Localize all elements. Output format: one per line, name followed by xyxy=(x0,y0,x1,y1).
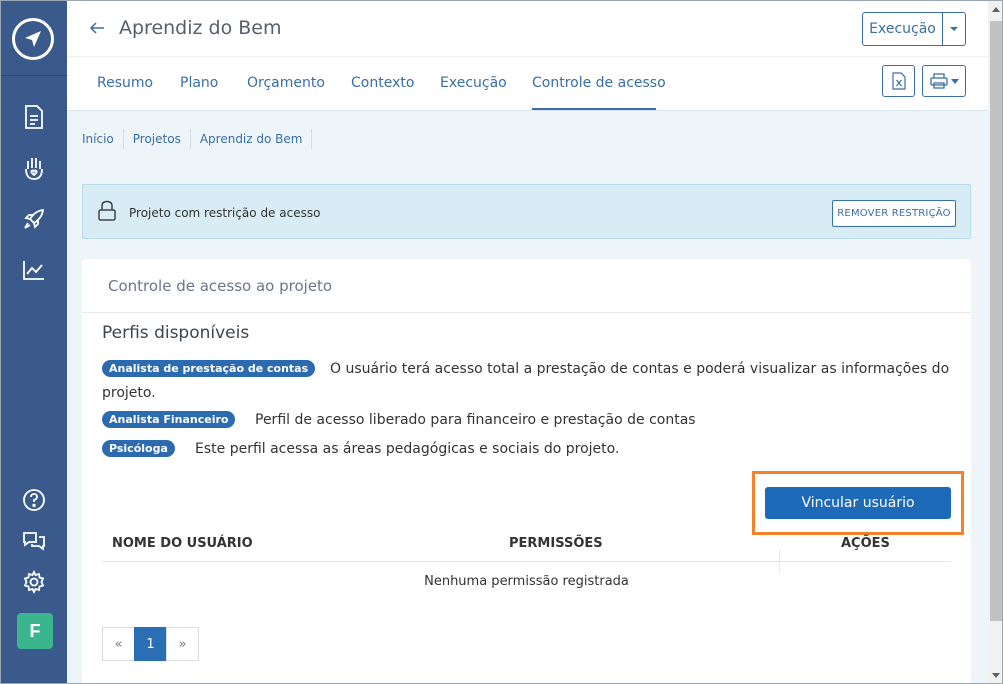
export-excel-button[interactable] xyxy=(882,65,915,97)
chat-icon[interactable] xyxy=(20,527,48,555)
header-divider xyxy=(67,56,988,57)
execucao-dropdown-button[interactable]: Execução xyxy=(862,12,966,46)
tab-execucao[interactable]: Execução xyxy=(440,75,507,91)
column-header-user-name: NOME DO USUÁRIO xyxy=(112,536,253,551)
page-title: Aprendiz do Bem xyxy=(119,17,282,39)
profile-description-continued: projeto. xyxy=(102,385,156,401)
breadcrumb: Início Projetos Aprendiz do Bem xyxy=(82,129,313,149)
tab-plano[interactable]: Plano xyxy=(180,75,218,91)
excel-file-icon xyxy=(891,72,906,90)
profile-badge-analista-financeiro: Analista Financeiro xyxy=(102,411,236,428)
alert-text: Projeto com restrição de acesso xyxy=(129,206,321,220)
pagination-prev[interactable]: « xyxy=(102,627,135,661)
table-empty-message: Nenhuma permissão registrada xyxy=(424,574,629,589)
remove-restriction-button[interactable]: REMOVER RESTRIÇÃO xyxy=(832,200,956,227)
sidebar: F xyxy=(1,1,67,683)
access-restriction-alert: Projeto com restrição de acesso REMOVER … xyxy=(82,184,971,239)
pagination: « 1 » xyxy=(102,627,199,661)
active-tab-indicator xyxy=(532,108,656,110)
lock-icon xyxy=(97,200,117,226)
printer-icon xyxy=(929,73,948,89)
profile-badge-psicologa: Psicóloga xyxy=(102,440,175,457)
access-control-card: Controle de acesso ao projeto Perfis dis… xyxy=(82,259,971,683)
user-avatar[interactable]: F xyxy=(17,613,53,649)
scroll-down-arrow-icon[interactable] xyxy=(992,673,1000,678)
pagination-page-1[interactable]: 1 xyxy=(134,627,167,661)
profile-description: Perfil de acesso liberado para financeir… xyxy=(255,412,696,428)
caret-down-icon xyxy=(950,78,959,84)
document-icon[interactable] xyxy=(20,103,48,131)
tab-resumo[interactable]: Resumo xyxy=(97,75,153,91)
breadcrumb-aprendiz-do-bem[interactable]: Aprendiz do Bem xyxy=(191,129,313,149)
breadcrumb-inicio[interactable]: Início xyxy=(82,129,124,149)
link-user-button[interactable]: Vincular usuário xyxy=(765,487,951,519)
column-header-actions: AÇÕES xyxy=(841,536,890,551)
caret-down-icon xyxy=(943,13,965,45)
hand-heart-icon[interactable] xyxy=(20,154,48,182)
card-divider xyxy=(82,312,971,313)
pagination-next[interactable]: » xyxy=(166,627,199,661)
help-icon[interactable] xyxy=(20,486,48,514)
rocket-icon[interactable] xyxy=(20,205,48,233)
logo-icon[interactable] xyxy=(12,18,54,60)
vertical-scrollbar[interactable] xyxy=(988,1,1002,683)
settings-gear-icon[interactable] xyxy=(20,568,48,596)
back-arrow-icon[interactable] xyxy=(88,19,106,37)
chart-trend-icon[interactable] xyxy=(20,256,48,284)
page-header: Aprendiz do Bem Execução Resumo Plano Or… xyxy=(67,1,988,111)
print-dropdown-button[interactable] xyxy=(922,65,966,97)
tab-controle-de-acesso[interactable]: Controle de acesso xyxy=(532,75,666,91)
execucao-button-label: Execução xyxy=(863,13,943,45)
profile-description: O usuário terá acesso total a prestação … xyxy=(330,361,950,377)
column-header-permissions: PERMISSÕES xyxy=(509,536,603,551)
table-header-divider xyxy=(102,561,951,562)
breadcrumb-projetos[interactable]: Projetos xyxy=(124,129,191,149)
tab-orcamento[interactable]: Orçamento xyxy=(247,75,325,91)
tab-contexto[interactable]: Contexto xyxy=(351,75,414,91)
profile-badge-analista-prestacao: Analista de prestação de contas xyxy=(102,360,316,377)
app-window: F Aprendiz do Bem Execução Resumo Plano … xyxy=(0,0,1003,684)
profiles-section-title: Perfis disponíveis xyxy=(102,323,250,343)
scrollbar-thumb[interactable] xyxy=(990,21,1002,621)
card-title: Controle de acesso ao projeto xyxy=(108,277,333,295)
profile-description: Este perfil acessa as áreas pedagógicas … xyxy=(195,441,620,457)
scroll-up-arrow-icon[interactable] xyxy=(992,7,1000,12)
sidebar-divider xyxy=(1,75,67,76)
